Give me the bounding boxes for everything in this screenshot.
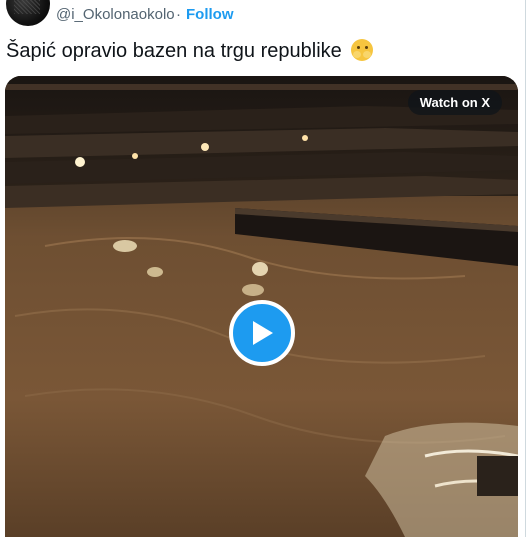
tweet-card: @i_Okolonaokolo · Follow Šapić opravio b… (0, 0, 526, 537)
video-player[interactable]: Watch on X (5, 76, 518, 537)
user-handle[interactable]: @i_Okolonaokolo (56, 6, 175, 23)
follow-button[interactable]: Follow (186, 6, 234, 23)
tweet-text-content: Šapić opravio bazen na trgu republike (6, 40, 342, 62)
separator-dot: · (176, 6, 181, 23)
avatar[interactable] (6, 0, 50, 26)
play-button[interactable] (229, 300, 295, 366)
play-icon (253, 321, 273, 345)
watch-on-x-button[interactable]: Watch on X (407, 90, 502, 115)
smiling-face-emoji-icon (351, 39, 374, 61)
tweet-text: Šapić opravio bazen na trgu republike (6, 38, 374, 64)
tweet-header: @i_Okolonaokolo · Follow (0, 0, 526, 28)
